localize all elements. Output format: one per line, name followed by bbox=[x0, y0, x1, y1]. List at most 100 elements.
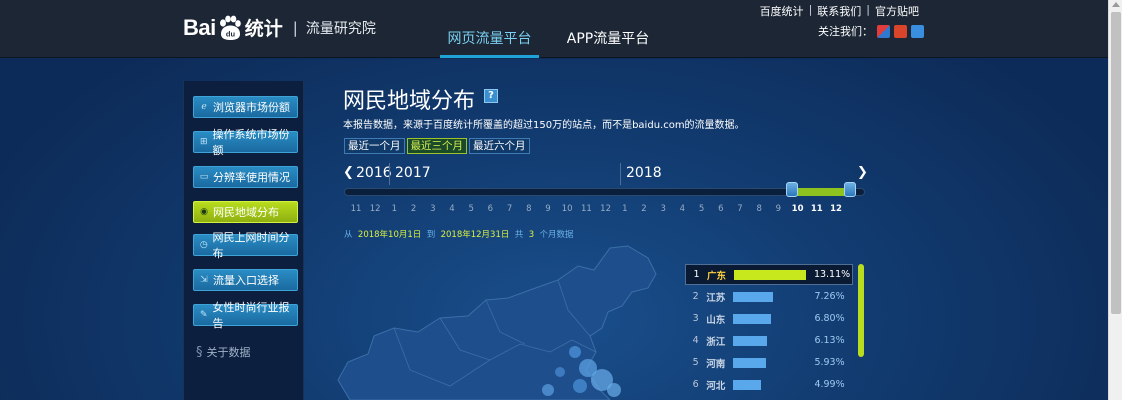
range-buttons: 最近一个月 最近三个月 最近六个月 bbox=[344, 138, 530, 154]
ranking-province-name: 河南 bbox=[706, 358, 726, 370]
timeline-selected-range bbox=[790, 188, 850, 196]
ranking-province-name: 江苏 bbox=[706, 292, 726, 304]
timeline-month-label[interactable]: 7 bbox=[737, 204, 742, 214]
ranking-index: 6 bbox=[692, 379, 699, 390]
timeline-month-label[interactable]: 3 bbox=[430, 204, 435, 214]
timeline-year-2018: 2018 bbox=[626, 165, 662, 181]
sidebar-item-region[interactable]: ◉ 网民地域分布 bbox=[193, 201, 298, 223]
sidebar-item-label: 女性时尚行业报告 bbox=[212, 301, 290, 330]
timeline-month-label[interactable]: 12 bbox=[370, 204, 381, 214]
timeline-month-label[interactable]: 12 bbox=[600, 204, 611, 214]
timeline-month-label[interactable]: 10 bbox=[562, 204, 573, 214]
ranking-bar-track bbox=[733, 291, 806, 302]
ranking-row[interactable]: 3 山东 6.80% bbox=[685, 308, 853, 329]
timeline-month-label[interactable]: 1 bbox=[622, 204, 627, 214]
timeline-month-label[interactable]: 2 bbox=[641, 204, 646, 214]
timeline-end-handle[interactable] bbox=[844, 182, 856, 197]
sidebar-item-online-time[interactable]: ◷ 网民上网时间分布 bbox=[193, 231, 298, 260]
range-button-last-6-months[interactable]: 最近六个月 bbox=[469, 138, 530, 154]
timeline-month-label[interactable]: 7 bbox=[507, 204, 512, 214]
ranking-bar bbox=[733, 269, 806, 280]
ranking-row[interactable]: 2 江苏 7.26% bbox=[685, 286, 853, 307]
scroll-up-arrow-icon[interactable] bbox=[1112, 2, 1120, 7]
period-from-label: 从 bbox=[344, 230, 353, 240]
range-button-last-3-months[interactable]: 最近三个月 bbox=[406, 138, 467, 154]
logo-text-du: du bbox=[226, 29, 236, 38]
link-official-forum[interactable]: 官方贴吧 bbox=[870, 3, 924, 19]
ranking-bar bbox=[733, 313, 771, 324]
ranking-scrollbar[interactable] bbox=[858, 264, 864, 357]
timeline-month-label[interactable]: 6 bbox=[488, 204, 493, 214]
ranking-percentage: 6.13% bbox=[814, 335, 845, 346]
map-bubble[interactable] bbox=[607, 383, 621, 397]
clock-icon: ◷ bbox=[199, 240, 208, 250]
range-button-last-month[interactable]: 最近一个月 bbox=[344, 138, 405, 154]
ranking-index: 4 bbox=[692, 335, 699, 346]
timeline-month-label[interactable]: 4 bbox=[449, 204, 454, 214]
period-summary: 从 2018年10月1日 到 2018年12月31日 共 3 个月数据 bbox=[344, 228, 574, 240]
timeline-prev-arrow[interactable]: ❮ bbox=[343, 165, 354, 180]
map-bubble[interactable] bbox=[555, 367, 565, 377]
about-data-label: 关于数据 bbox=[206, 346, 251, 359]
baidu-paw-icon: du bbox=[219, 15, 241, 40]
ranking-province-name: 河北 bbox=[706, 380, 726, 392]
page-title: 网民地域分布 bbox=[343, 89, 476, 114]
sidebar-item-label: 流量入口选择 bbox=[213, 274, 279, 287]
baidu-tongji-logo[interactable]: Bai du 统计 | 流量研究院 bbox=[183, 14, 376, 41]
timeline-month-label[interactable]: 4 bbox=[680, 204, 685, 214]
ranking-bar-track bbox=[733, 357, 806, 368]
link-contact-us[interactable]: 联系我们 bbox=[812, 3, 866, 19]
map-bubble[interactable] bbox=[573, 379, 587, 393]
sidebar-item-resolution[interactable]: ▭ 分辨率使用情况 bbox=[193, 166, 298, 188]
timeline-month-label[interactable]: 3 bbox=[660, 204, 665, 214]
tab-app-traffic[interactable]: APP流量平台 bbox=[560, 29, 656, 58]
rss-icon[interactable] bbox=[894, 24, 907, 38]
link-baidu-tongji[interactable]: 百度统计 bbox=[755, 3, 809, 19]
ranking-row[interactable]: 1 广东 13.11% bbox=[685, 264, 853, 285]
sidebar-item-traffic-entry[interactable]: ⇲ 流量入口选择 bbox=[193, 269, 298, 291]
sidebar-item-label: 网民上网时间分布 bbox=[212, 231, 290, 260]
timeline-start-handle[interactable] bbox=[786, 182, 798, 197]
timeline-month-label[interactable]: 10 bbox=[792, 204, 804, 214]
timeline-next-arrow[interactable]: ❯ bbox=[857, 165, 868, 180]
help-icon[interactable]: ? bbox=[484, 89, 498, 103]
map-bubble[interactable] bbox=[569, 346, 581, 358]
page-scrollbar[interactable] bbox=[1108, 0, 1122, 400]
follow-us: 关注我们： bbox=[818, 23, 924, 39]
ranking-row[interactable]: 5 河南 5.93% bbox=[685, 352, 853, 373]
timeline-month-label[interactable]: 5 bbox=[699, 204, 704, 214]
timeline-month-label[interactable]: 11 bbox=[811, 204, 823, 214]
sidebar-item-os-share[interactable]: ⊞ 操作系统市场份额 bbox=[193, 128, 298, 157]
ranking-row[interactable]: 6 河北 4.99% bbox=[685, 374, 853, 395]
map-bubble[interactable] bbox=[542, 384, 554, 396]
sidebar-item-fashion-report[interactable]: ✎ 女性时尚行业报告 bbox=[193, 301, 298, 330]
timeline-month-label[interactable]: 8 bbox=[526, 204, 531, 214]
china-region-map[interactable] bbox=[310, 240, 670, 400]
baidu-space-icon[interactable] bbox=[911, 24, 924, 38]
sidebar-item-label: 操作系统市场份额 bbox=[212, 128, 290, 157]
ranking-percentage: 13.11% bbox=[813, 269, 851, 280]
about-data-link[interactable]: § 关于数据 bbox=[196, 344, 251, 360]
timeline-month-label[interactable]: 1 bbox=[392, 204, 397, 214]
timeline-year-2016: 2016 bbox=[356, 165, 392, 181]
timeline-month-label[interactable]: 6 bbox=[718, 204, 723, 214]
timeline-month-label[interactable]: 12 bbox=[830, 204, 842, 214]
timeline-month-label[interactable]: 2 bbox=[411, 204, 416, 214]
timeline-month-label[interactable]: 9 bbox=[545, 204, 550, 214]
tab-web-traffic[interactable]: 网页流量平台 bbox=[440, 29, 539, 58]
os-icon: ⊞ bbox=[199, 137, 208, 147]
weibo-icon[interactable] bbox=[877, 24, 890, 38]
scroll-thumb[interactable] bbox=[1111, 12, 1121, 314]
sidebar-item-label: 分辨率使用情况 bbox=[213, 171, 290, 184]
timeline-month-label[interactable]: 11 bbox=[351, 204, 362, 214]
ranking-percentage: 5.93% bbox=[814, 357, 845, 368]
ranking-index: 3 bbox=[692, 313, 699, 324]
period-end-date: 2018年12月31日 bbox=[440, 230, 510, 240]
timeline-month-label[interactable]: 8 bbox=[756, 204, 761, 214]
ranking-row[interactable]: 4 浙江 6.13% bbox=[685, 330, 853, 351]
ranking-bar bbox=[733, 291, 774, 302]
timeline-month-label[interactable]: 11 bbox=[581, 204, 592, 214]
timeline-month-label[interactable]: 5 bbox=[468, 204, 473, 214]
sidebar-item-browser-share[interactable]: ℯ 浏览器市场份额 bbox=[193, 96, 298, 118]
timeline-month-label[interactable]: 9 bbox=[776, 204, 781, 214]
